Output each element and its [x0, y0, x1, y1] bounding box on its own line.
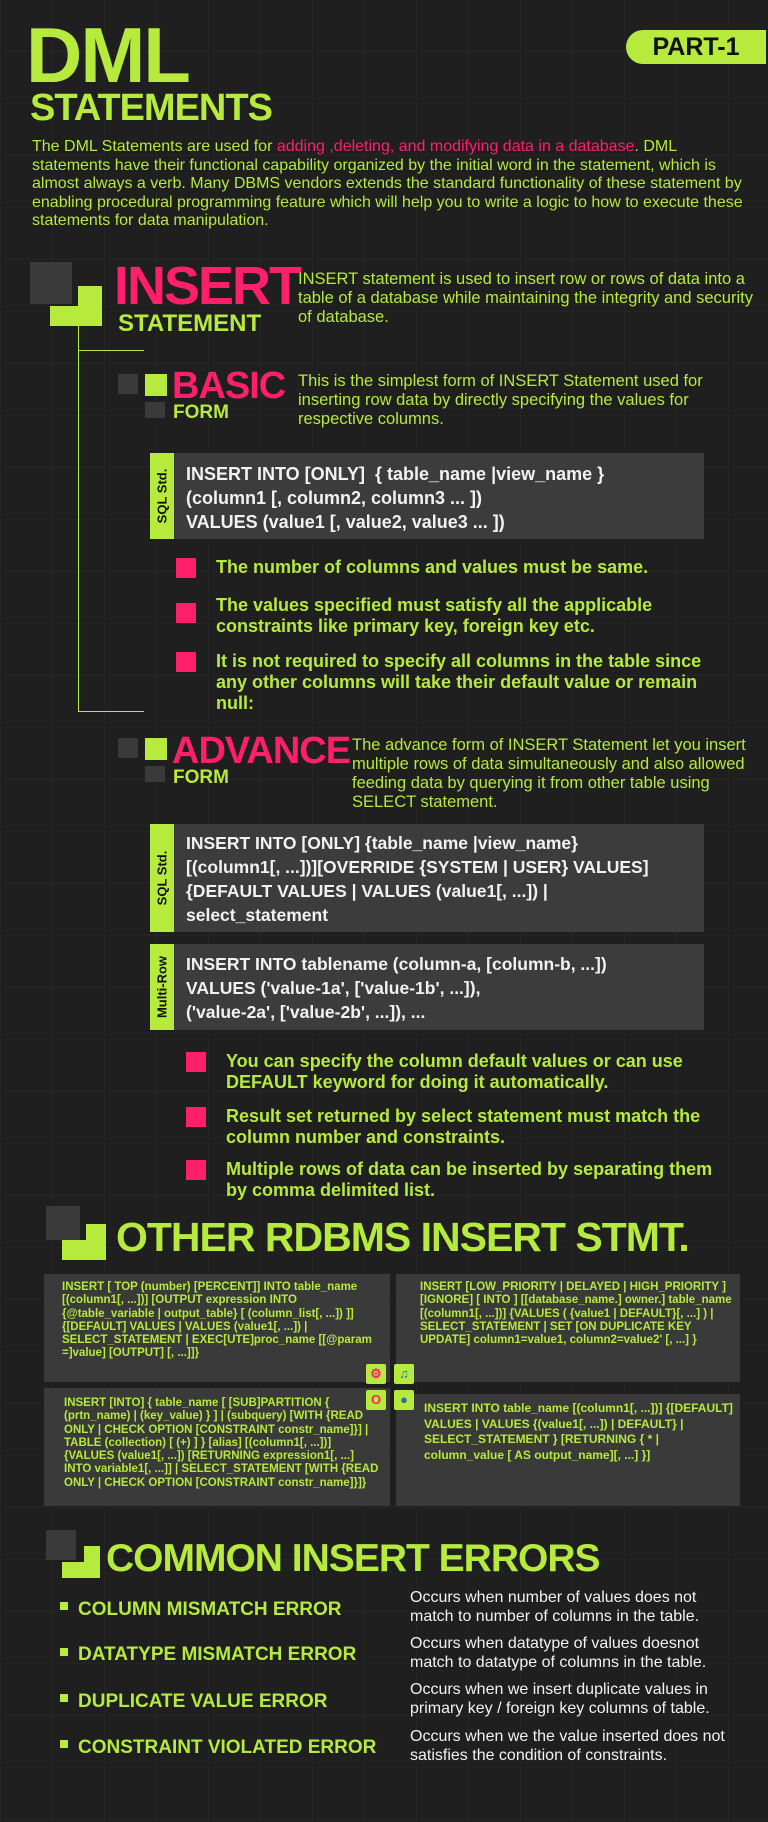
- basic-bullet-2: The values specified must satisfy all th…: [216, 595, 653, 636]
- insert-description: INSERT statement is used to insert row o…: [298, 270, 753, 326]
- basic-title: BASIC: [172, 365, 286, 407]
- other-rdbms-title: OTHER RDBMS INSERT STMT.: [116, 1214, 690, 1260]
- error-desc-3: Occurs when we insert duplicate values i…: [410, 1681, 710, 1717]
- decor-square: [46, 1206, 80, 1240]
- multirow-code: INSERT INTO tablename (column-a, [column…: [186, 954, 607, 1022]
- advance-bullet-2: Result set returned by select statement …: [226, 1106, 701, 1147]
- error-desc-1: Occurs when number of values does not ma…: [410, 1589, 700, 1625]
- basic-subtitle: FORM: [173, 402, 229, 423]
- bullet-square-icon: [145, 374, 167, 396]
- decor-square: [118, 374, 138, 394]
- postgresql-logo-icon: ●: [394, 1390, 414, 1410]
- insert-subtitle: STATEMENT: [118, 310, 262, 337]
- bullet-square-icon: [186, 1107, 206, 1127]
- bullet-square-icon: [60, 1602, 68, 1610]
- page-title: DML: [26, 11, 191, 99]
- corner-bracket-icon: [62, 1562, 100, 1578]
- intro-highlight: adding ,deleting, and modifying data in …: [276, 138, 635, 155]
- decor-square: [145, 766, 165, 782]
- bullet-square-icon: [186, 1052, 206, 1072]
- oracle-syntax: INSERT [INTO] { table_name [ [SUB]PARTIT…: [64, 1397, 379, 1489]
- error-label-3: DUPLICATE VALUE ERROR: [78, 1691, 328, 1712]
- multi-row-tag: Multi-Row: [150, 944, 174, 1030]
- basic-bullet-3: It is not required to specify all column…: [216, 651, 702, 713]
- sql-std-tag: SQL Std.: [150, 824, 174, 932]
- decor-square: [145, 402, 165, 418]
- page-subtitle: STATEMENTS: [30, 87, 273, 129]
- basic-description: This is the simplest form of INSERT Stat…: [298, 372, 703, 428]
- bullet-square-icon: [145, 738, 167, 760]
- error-label-1: COLUMN MISMATCH ERROR: [78, 1599, 342, 1620]
- error-desc-4: Occurs when we the value inserted does n…: [410, 1728, 725, 1764]
- advance-bullet-3: Multiple rows of data can be inserted by…: [226, 1159, 713, 1200]
- bullet-square-icon: [186, 1160, 206, 1180]
- decor-square: [46, 1530, 76, 1560]
- postgresql-syntax: INSERT INTO table_name [(column1[, ...])…: [424, 1401, 733, 1462]
- bullet-square-icon: [60, 1648, 68, 1656]
- intro-paragraph: The DML Statements are used for adding ,…: [32, 138, 750, 231]
- sqlserver-syntax: INSERT [ TOP (number) [PERCENT]] INTO ta…: [62, 1281, 372, 1360]
- advance-subtitle: FORM: [173, 767, 229, 788]
- bullet-square-icon: [60, 1740, 68, 1748]
- tree-line: [78, 326, 79, 712]
- error-label-2: DATATYPE MISMATCH ERROR: [78, 1644, 357, 1665]
- mysql-logo-icon: ♫: [394, 1364, 414, 1384]
- error-label-4: CONSTRAINT VIOLATED ERROR: [78, 1737, 377, 1758]
- basic-code: INSERT INTO [ONLY] { table_name |view_na…: [186, 464, 605, 532]
- mysql-syntax: INSERT [LOW_PRIORITY | DELAYED | HIGH_PR…: [420, 1281, 732, 1347]
- bullet-square-icon: [176, 652, 196, 672]
- decor-square: [118, 738, 138, 758]
- advance-description: The advance form of INSERT Statement let…: [352, 736, 746, 811]
- basic-bullet-1: The number of columns and values must be…: [216, 557, 649, 577]
- advance-bullet-1: You can specify the column default value…: [226, 1051, 683, 1092]
- insert-title: INSERT: [114, 256, 302, 316]
- intro-text-start: The DML Statements are used for: [32, 138, 277, 155]
- advance-title: ADVANCE: [172, 730, 351, 772]
- tree-line: [78, 350, 144, 351]
- part-badge: PART-1: [626, 30, 766, 64]
- oracle-logo-icon: O: [366, 1390, 386, 1410]
- sqlserver-logo-icon: ⚙: [366, 1364, 386, 1384]
- common-errors-title: COMMON INSERT ERRORS: [106, 1537, 601, 1580]
- sql-std-tag: SQL Std.: [150, 453, 174, 539]
- error-desc-2: Occurs when datatype of values doesnot m…: [410, 1635, 707, 1671]
- bullet-square-icon: [60, 1694, 68, 1702]
- bullet-square-icon: [176, 603, 196, 623]
- corner-bracket-icon: [50, 306, 102, 326]
- advance-code: INSERT INTO [ONLY] {table_name |view_nam…: [186, 833, 649, 925]
- tree-line: [78, 711, 144, 712]
- decor-square: [30, 262, 72, 304]
- bullet-square-icon: [176, 558, 196, 578]
- corner-bracket-icon: [62, 1240, 106, 1260]
